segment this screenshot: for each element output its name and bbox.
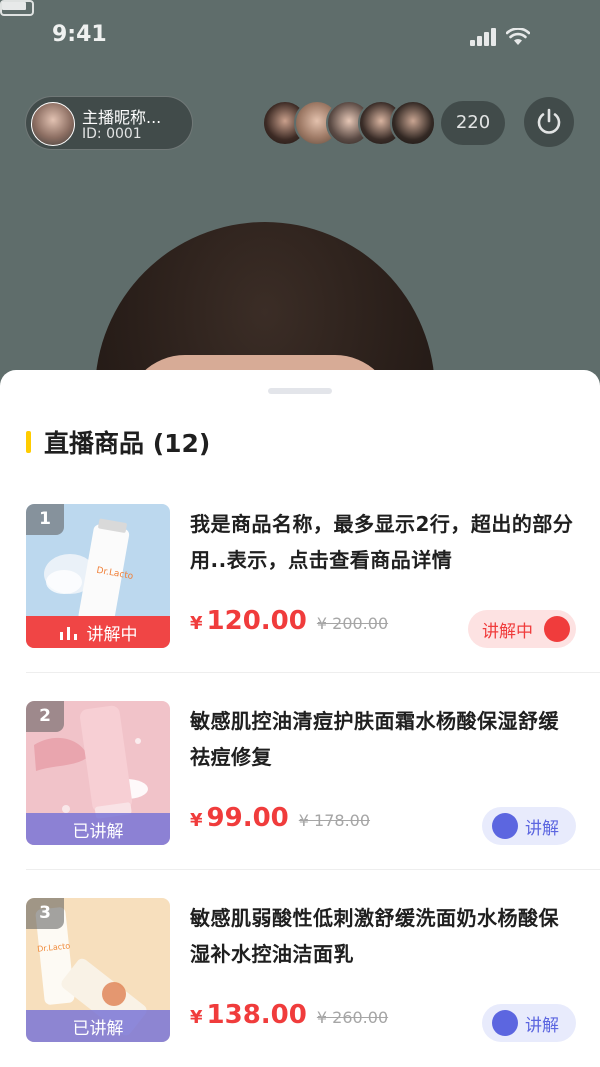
status-bar: 9:41 bbox=[0, 0, 600, 70]
original-price: ¥ 260.00 bbox=[316, 1008, 389, 1027]
explain-button-label: 讲解 bbox=[525, 818, 559, 839]
product-thumbnail[interactable]: Dr.Lacto 1 讲解中 bbox=[26, 504, 170, 648]
battery-icon bbox=[0, 0, 34, 16]
product-price: ¥ 138.00 ¥ 260.00 bbox=[190, 1000, 388, 1030]
host-avatar bbox=[31, 102, 75, 146]
product-thumbnail[interactable]: Dr.Lacto 3 已讲解 bbox=[26, 898, 170, 1042]
status-label: 讲解中 bbox=[86, 624, 138, 645]
product-name[interactable]: 敏感肌弱酸性低刺激舒缓洗面奶水杨酸保湿补水控油洁面乳 bbox=[190, 900, 576, 972]
host-id: ID: 0001 bbox=[82, 126, 142, 142]
price-value: 138.00 bbox=[206, 1000, 307, 1030]
original-price: ¥ 178.00 bbox=[298, 811, 371, 830]
status-label: 已讲解 bbox=[72, 821, 124, 842]
host-info[interactable]: 主播昵称... ID: 0001 bbox=[25, 96, 193, 150]
product-item[interactable]: Dr.Lacto 3 已讲解 敏感肌弱酸性低刺激舒缓洗面奶水杨酸保湿补水控油洁面… bbox=[26, 898, 576, 1044]
product-item[interactable]: 2 已讲解 敏感肌控油清痘护肤面霜水杨酸保湿舒缓祛痘修复 ¥ 99.00 ¥ 1… bbox=[26, 701, 576, 847]
status-label: 已讲解 bbox=[72, 1018, 124, 1039]
price-value: 99.00 bbox=[206, 803, 289, 833]
viewer-count[interactable]: 220 bbox=[441, 101, 505, 145]
explain-button-label: 讲解 bbox=[525, 1015, 559, 1036]
product-name[interactable]: 我是商品名称，最多显示2行，超出的部分用..表示，点击查看商品详情 bbox=[190, 506, 576, 578]
status-time: 9:41 bbox=[52, 22, 107, 47]
divider bbox=[26, 869, 600, 870]
product-name[interactable]: 敏感肌控油清痘护肤面霜水杨酸保湿舒缓祛痘修复 bbox=[190, 703, 576, 775]
currency-symbol: ¥ bbox=[190, 1007, 203, 1028]
original-price: ¥ 200.00 bbox=[316, 614, 389, 633]
wifi-icon bbox=[505, 27, 531, 46]
price-value: 120.00 bbox=[206, 606, 307, 636]
explain-toggle[interactable]: 讲解 bbox=[482, 807, 576, 845]
sheet-title: 直播商品 (12) bbox=[44, 429, 211, 458]
title-accent-bar bbox=[26, 431, 31, 453]
currency-symbol: ¥ bbox=[190, 613, 203, 634]
product-price: ¥ 99.00 ¥ 178.00 bbox=[190, 803, 370, 833]
product-index: 3 bbox=[26, 898, 64, 929]
product-thumbnail[interactable]: 2 已讲解 bbox=[26, 701, 170, 845]
explaining-toggle[interactable]: 讲解中 bbox=[468, 610, 576, 648]
divider bbox=[26, 672, 600, 673]
host-name: 主播昵称... bbox=[82, 108, 162, 127]
viewer-avatar bbox=[390, 100, 436, 146]
toggle-knob bbox=[492, 813, 518, 839]
product-item[interactable]: Dr.Lacto 1 讲解中 我是商品名称，最多显示2行，超出的部分用..表示，… bbox=[26, 504, 576, 650]
viewer-avatars[interactable] bbox=[262, 100, 442, 146]
product-sheet: 直播商品 (12) Dr.Lacto 1 讲解中 我是商品名称，最多显示2行，超… bbox=[0, 370, 600, 1067]
explain-toggle[interactable]: 讲解 bbox=[482, 1004, 576, 1042]
explain-button-label: 讲解中 bbox=[482, 621, 533, 642]
product-index: 2 bbox=[26, 701, 64, 732]
explaining-badge: 讲解中 bbox=[26, 616, 170, 648]
toggle-knob bbox=[544, 616, 570, 642]
toggle-knob bbox=[492, 1010, 518, 1036]
sheet-header: 直播商品 (12) bbox=[26, 424, 210, 460]
product-index: 1 bbox=[26, 504, 64, 535]
close-live-button[interactable] bbox=[524, 97, 574, 147]
currency-symbol: ¥ bbox=[190, 810, 203, 831]
cellular-signal-icon bbox=[470, 28, 498, 46]
power-icon bbox=[537, 108, 561, 134]
product-price: ¥ 120.00 ¥ 200.00 bbox=[190, 606, 388, 636]
sheet-grabber[interactable] bbox=[268, 388, 332, 394]
explained-badge: 已讲解 bbox=[26, 1010, 170, 1042]
live-bars-icon bbox=[59, 627, 77, 640]
explained-badge: 已讲解 bbox=[26, 813, 170, 845]
